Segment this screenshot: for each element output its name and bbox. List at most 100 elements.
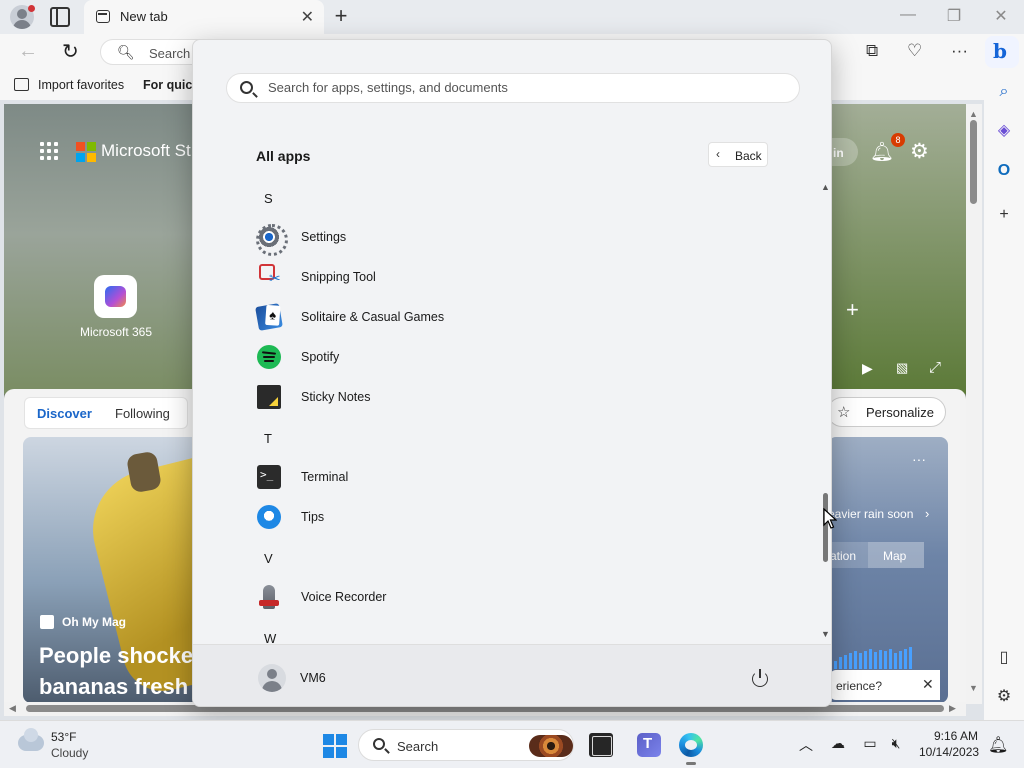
app-item-voice-recorder[interactable]: Voice Recorder	[247, 578, 807, 616]
file-explorer-icon[interactable]	[589, 733, 613, 757]
app-item-settings[interactable]: Settings	[247, 218, 807, 256]
scrollbar-thumb[interactable]	[970, 120, 977, 204]
sidebar-copilot-icon[interactable]: ◈	[992, 119, 1016, 143]
more-options-icon[interactable]: ···	[951, 41, 968, 61]
back-arrow-icon[interactable]: ←	[18, 40, 38, 63]
tab-actions-icon[interactable]	[50, 7, 70, 27]
edge-browser-icon[interactable]	[679, 733, 703, 757]
app-name: Settings	[301, 230, 347, 244]
refresh-icon[interactable]: ↻	[62, 39, 79, 64]
restore-icon[interactable]: ❐	[939, 6, 969, 26]
settings-gear-icon	[256, 224, 288, 256]
scroll-down-arrow-icon[interactable]: ▼	[969, 683, 978, 693]
sidebar-settings-gear-icon[interactable]: ⚙	[992, 685, 1016, 709]
app-item-tips[interactable]: Tips	[247, 498, 807, 536]
list-scroll-up-icon[interactable]: ▲	[821, 182, 830, 192]
weather-alert-text[interactable]: eavier rain soon	[828, 507, 913, 521]
clock-time[interactable]: 9:16 AM	[934, 729, 978, 743]
app-item-solitaire[interactable]: Solitaire & Casual Games	[247, 298, 807, 336]
close-feedback-icon[interactable]: ✕	[922, 676, 934, 693]
new-tab-plus-icon[interactable]: +	[330, 3, 352, 29]
power-icon[interactable]	[749, 667, 771, 689]
app-name: Snipping Tool	[301, 270, 376, 284]
start-menu: All apps ‹ Back S Settings Snipping Tool…	[192, 39, 832, 707]
network-icon[interactable]: ▭	[860, 735, 880, 752]
list-scroll-down-icon[interactable]: ▼	[821, 629, 830, 639]
terminal-icon	[257, 465, 281, 489]
headline-line-2: bananas fresh	[39, 674, 189, 699]
segment-left-label: ation	[830, 549, 857, 563]
sticky-notes-icon	[257, 385, 281, 409]
scroll-right-arrow-icon[interactable]: ▶	[949, 703, 956, 714]
letter-header-v[interactable]: V	[264, 551, 273, 566]
collections-icon[interactable]: ⧉	[866, 41, 878, 61]
app-item-snipping-tool[interactable]: Snipping Tool	[247, 258, 807, 296]
sidebar-outlook-icon[interactable]: O	[992, 159, 1016, 183]
spotify-icon	[257, 345, 281, 369]
start-search-input[interactable]	[268, 80, 788, 95]
personalize-button[interactable]: ☆ Personalize	[827, 397, 946, 427]
weather-tab-map[interactable]: Map	[868, 542, 924, 568]
headline-line-1: People shocke	[39, 643, 194, 668]
minimize-icon[interactable]: —	[893, 6, 923, 24]
app-name: Terminal	[301, 470, 349, 484]
taskbar-search[interactable]: Search	[358, 729, 574, 761]
browser-titlebar: New tab ✕ + — ❐ ✕	[0, 0, 1024, 34]
active-app-indicator	[686, 762, 696, 765]
sidebar-hide-panel-icon[interactable]: ▯	[992, 646, 1016, 670]
start-search-box[interactable]	[226, 73, 800, 103]
weather-temperature[interactable]: 53°F	[51, 730, 76, 744]
bing-copilot-button[interactable]: b	[985, 36, 1019, 68]
app-name: Voice Recorder	[301, 590, 387, 604]
sidebar-search-icon[interactable]: ⌕	[992, 80, 1016, 104]
tab-discover[interactable]: Discover	[37, 406, 92, 421]
app-item-spotify[interactable]: Spotify	[247, 338, 807, 376]
page-vertical-scrollbar[interactable]: ▲ ▼	[966, 104, 982, 704]
weather-condition[interactable]: Cloudy	[51, 746, 88, 760]
tab-following[interactable]: Following	[115, 406, 170, 421]
notifications-bell-icon[interactable]: 🔔︎	[870, 140, 894, 164]
windows-start-icon[interactable]	[323, 734, 347, 758]
cloudy-weather-icon[interactable]	[18, 728, 44, 751]
app-launcher-icon[interactable]	[40, 142, 58, 160]
notification-bell-icon[interactable]: 🔔︎	[988, 735, 1008, 755]
cloud-sync-icon[interactable]: ☁	[828, 735, 848, 752]
close-window-icon[interactable]: ✕	[986, 6, 1016, 26]
tab-new-tab[interactable]: New tab ✕	[84, 0, 324, 34]
app-name: Sticky Notes	[301, 390, 371, 404]
news-story-card[interactable]: Oh My Mag People shocke bananas fresh	[23, 437, 203, 703]
clock-date[interactable]: 10/14/2023	[919, 745, 979, 759]
app-name: Spotify	[301, 350, 340, 364]
letter-header-s[interactable]: S	[264, 191, 273, 206]
search-icon	[373, 738, 385, 750]
user-account-name[interactable]: VM6	[300, 671, 326, 685]
browser-essentials-icon[interactable]: ♡	[907, 41, 922, 61]
close-tab-icon[interactable]: ✕	[301, 7, 314, 27]
snipping-tool-icon	[259, 264, 281, 287]
import-favorites-link[interactable]: Import favorites	[38, 78, 124, 92]
sidebar-add-plus-icon[interactable]: +	[992, 203, 1016, 227]
letter-header-t[interactable]: T	[264, 431, 272, 446]
weather-tab-precipitation[interactable]: ation	[828, 542, 868, 568]
show-hidden-icons-chevron-icon[interactable]: ︿	[796, 735, 816, 755]
app-name: Solitaire & Casual Games	[301, 310, 445, 324]
edge-sidebar: ⌕ ◈ O + ▯ ⚙	[984, 70, 1024, 720]
all-apps-list: S Settings Snipping Tool Solitaire & Cas…	[193, 178, 831, 646]
app-item-sticky-notes[interactable]: Sticky Notes	[247, 378, 807, 416]
banana-stem-photo	[125, 450, 163, 494]
play-background-icon[interactable]: ▶	[862, 360, 873, 377]
volume-muted-icon[interactable]: 🔇︎	[886, 735, 906, 752]
weather-card[interactable]: ··· eavier rain soon › ation Map	[828, 437, 948, 703]
user-avatar-icon[interactable]	[258, 664, 286, 692]
card-more-options-icon[interactable]: ···	[912, 451, 926, 467]
scroll-up-arrow-icon[interactable]: ▲	[969, 109, 978, 119]
back-button[interactable]: ‹ Back	[708, 142, 768, 167]
page-settings-gear-icon[interactable]: ⚙	[910, 139, 929, 164]
app-item-terminal[interactable]: Terminal	[247, 458, 807, 496]
expand-icon[interactable]: ⤢	[929, 359, 941, 376]
add-quick-link-plus-icon[interactable]: +	[846, 297, 859, 323]
background-image-icon[interactable]: ▧	[896, 360, 908, 376]
scroll-left-arrow-icon[interactable]: ◀	[9, 703, 16, 714]
teams-icon[interactable]	[637, 733, 661, 757]
microsoft-365-quick-link[interactable]	[94, 275, 137, 318]
